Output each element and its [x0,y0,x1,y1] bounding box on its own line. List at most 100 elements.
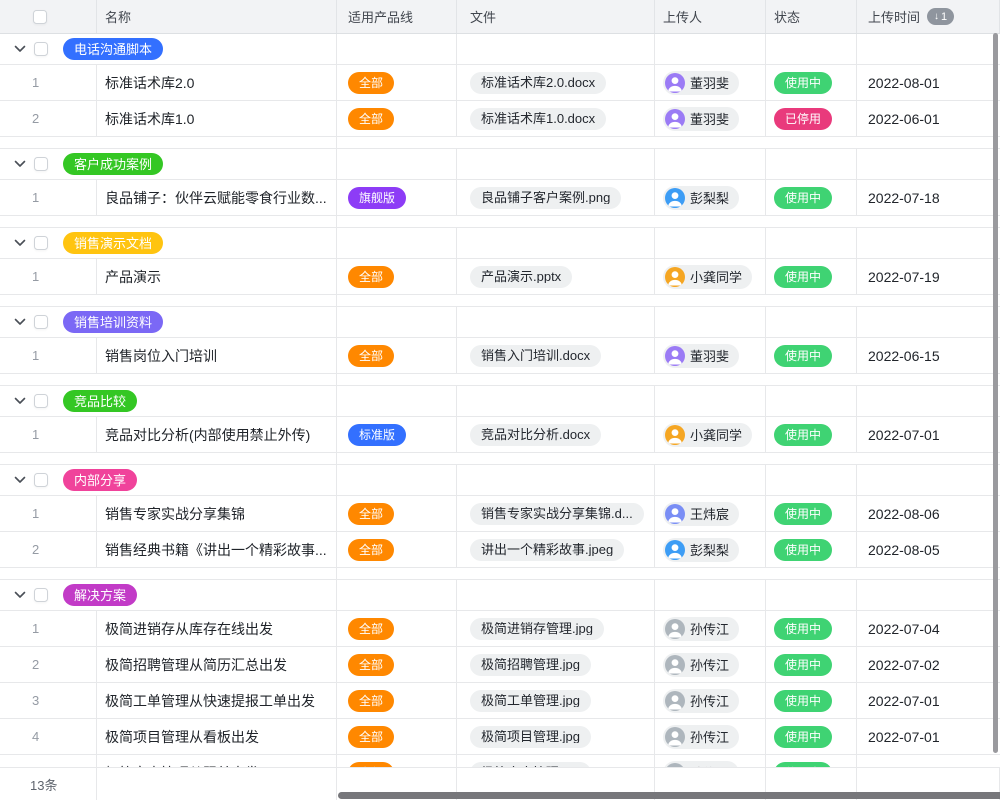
record-name[interactable]: 极简项目管理从看板出发 [105,727,259,747]
file-attachment[interactable]: 标准话术库2.0.docx [470,72,606,94]
uploader-chip[interactable]: 董羽斐 [663,344,739,368]
group-name-badge[interactable]: 解决方案 [63,584,137,606]
uploader-chip[interactable]: 孙传江 [663,617,739,641]
group-header-row[interactable]: 电话沟通脚本 [0,34,1000,65]
status-badge[interactable]: 使用中 [774,187,832,209]
file-attachment[interactable]: 良品铺子客户案例.png [470,187,621,209]
table-row[interactable]: 1 良品铺子：伙伴云赋能零食行业数... 旗舰版 良品铺子客户案例.png 彭梨… [0,180,1000,216]
column-header-status[interactable]: 状态 [766,0,857,33]
record-name[interactable]: 良品铺子：伙伴云赋能零食行业数... [105,188,327,208]
product-line-tag[interactable]: 全部 [348,72,394,94]
uploader-chip[interactable]: 董羽斐 [663,107,739,131]
group-name-badge[interactable]: 销售演示文档 [63,232,163,254]
uploader-chip[interactable]: 孙传江 [663,725,739,749]
product-line-tag[interactable]: 全部 [348,108,394,130]
group-checkbox[interactable] [34,42,48,56]
group-name-badge[interactable]: 电话沟通脚本 [63,38,163,60]
status-badge[interactable]: 使用中 [774,539,832,561]
product-line-tag[interactable]: 全部 [348,539,394,561]
table-row[interactable]: 3 极简工单管理从快速提报工单出发 全部 极简工单管理.jpg 孙传江 使用中 … [0,683,1000,719]
column-header-uploader[interactable]: 上传人 [655,0,766,33]
record-name[interactable]: 极简招聘管理从简历汇总出发 [105,655,287,675]
record-name[interactable]: 标准话术库2.0 [105,73,194,93]
group-header-row[interactable]: 客户成功案例 [0,149,1000,180]
status-badge[interactable]: 使用中 [774,690,832,712]
group-header-row[interactable]: 销售演示文档 [0,228,1000,259]
group-name-badge[interactable]: 销售培训资料 [63,311,163,333]
status-badge[interactable]: 使用中 [774,503,832,525]
group-header-row[interactable]: 销售培训资料 [0,307,1000,338]
sort-indicator[interactable]: ↓ 1 [927,8,954,25]
uploader-chip[interactable]: 孙传江 [663,689,739,713]
file-attachment[interactable]: 极简项目管理.jpg [470,726,591,748]
product-line-tag[interactable]: 全部 [348,726,394,748]
uploader-chip[interactable]: 董羽斐 [663,71,739,95]
chevron-down-icon[interactable] [13,157,27,171]
record-name[interactable]: 竞品对比分析(内部使用禁止外传) [105,425,310,445]
column-header-upload-time[interactable]: 上传时间 ↓ 1 [857,0,1000,33]
product-line-tag[interactable]: 全部 [348,345,394,367]
product-line-tag[interactable]: 旗舰版 [348,187,406,209]
group-name-badge[interactable]: 客户成功案例 [63,153,163,175]
file-attachment[interactable]: 销售专家实战分享集锦.d... [470,503,644,525]
chevron-down-icon[interactable] [13,315,27,329]
product-line-tag[interactable]: 全部 [348,618,394,640]
product-line-tag[interactable]: 全部 [348,503,394,525]
chevron-down-icon[interactable] [13,42,27,56]
record-name[interactable]: 销售经典书籍《讲出一个精彩故事... [105,540,327,560]
table-row[interactable]: 4 极简项目管理从看板出发 全部 极简项目管理.jpg 孙传江 使用中 2022… [0,719,1000,755]
chevron-down-icon[interactable] [13,394,27,408]
file-attachment[interactable]: 讲出一个精彩故事.jpeg [470,539,624,561]
chevron-down-icon[interactable] [13,236,27,250]
table-row[interactable]: 1 产品演示 全部 产品演示.pptx 小龚同学 使用中 2022-07-19 [0,259,1000,295]
group-checkbox[interactable] [34,588,48,602]
table-row[interactable]: 1 销售专家实战分享集锦 全部 销售专家实战分享集锦.d... 王炜宸 使用中 … [0,496,1000,532]
record-name[interactable]: 销售专家实战分享集锦 [105,504,245,524]
vertical-scrollbar[interactable] [993,33,998,753]
group-checkbox[interactable] [34,473,48,487]
group-name-badge[interactable]: 内部分享 [63,469,137,491]
uploader-chip[interactable]: 小龚同学 [663,265,752,289]
group-header-row[interactable]: 解决方案 [0,580,1000,611]
group-header-row[interactable]: 内部分享 [0,465,1000,496]
table-row[interactable]: 1 标准话术库2.0 全部 标准话术库2.0.docx 董羽斐 使用中 2022… [0,65,1000,101]
select-all-checkbox[interactable] [33,10,47,24]
group-checkbox[interactable] [34,394,48,408]
file-attachment[interactable]: 极简进销存管理.jpg [470,618,604,640]
group-header-row[interactable]: 竞品比较 [0,386,1000,417]
file-attachment[interactable]: 极简招聘管理.jpg [470,654,591,676]
chevron-down-icon[interactable] [13,588,27,602]
column-header-file[interactable]: 文件 [457,0,655,33]
group-checkbox[interactable] [34,315,48,329]
column-header-product-line[interactable]: 适用产品线 [337,0,457,33]
product-line-tag[interactable]: 全部 [348,690,394,712]
uploader-chip[interactable]: 彭梨梨 [663,186,739,210]
status-badge[interactable]: 使用中 [774,726,832,748]
status-badge[interactable]: 使用中 [774,424,832,446]
uploader-chip[interactable]: 小龚同学 [663,423,752,447]
table-row[interactable]: 2 销售经典书籍《讲出一个精彩故事... 全部 讲出一个精彩故事.jpeg 彭梨… [0,532,1000,568]
record-name[interactable]: 标准话术库1.0 [105,109,194,129]
file-attachment[interactable]: 竞品对比分析.docx [470,424,601,446]
status-badge[interactable]: 使用中 [774,618,832,640]
table-row[interactable]: 1 竞品对比分析(内部使用禁止外传) 标准版 竞品对比分析.docx 小龚同学 … [0,417,1000,453]
group-checkbox[interactable] [34,236,48,250]
status-badge[interactable]: 使用中 [774,654,832,676]
file-attachment[interactable]: 极简工单管理.jpg [470,690,591,712]
record-name[interactable]: 极简进销存从库存在线出发 [105,619,273,639]
table-row[interactable]: 5 极简客户管理从跟单出发 全部 极简客户管理.jpg 孙传江 使用中 2022… [0,755,1000,767]
chevron-down-icon[interactable] [13,473,27,487]
record-name[interactable]: 销售岗位入门培训 [105,346,217,366]
record-name[interactable]: 产品演示 [105,267,161,287]
table-row[interactable]: 2 标准话术库1.0 全部 标准话术库1.0.docx 董羽斐 已停用 2022… [0,101,1000,137]
status-badge[interactable]: 使用中 [774,266,832,288]
status-badge[interactable]: 使用中 [774,345,832,367]
table-row[interactable]: 2 极简招聘管理从简历汇总出发 全部 极简招聘管理.jpg 孙传江 使用中 20… [0,647,1000,683]
uploader-chip[interactable]: 孙传江 [663,653,739,677]
status-badge[interactable]: 已停用 [774,108,832,130]
record-name[interactable]: 极简工单管理从快速提报工单出发 [105,691,315,711]
product-line-tag[interactable]: 全部 [348,266,394,288]
product-line-tag[interactable]: 标准版 [348,424,406,446]
product-line-tag[interactable]: 全部 [348,654,394,676]
table-row[interactable]: 1 销售岗位入门培训 全部 销售入门培训.docx 董羽斐 使用中 2022-0… [0,338,1000,374]
